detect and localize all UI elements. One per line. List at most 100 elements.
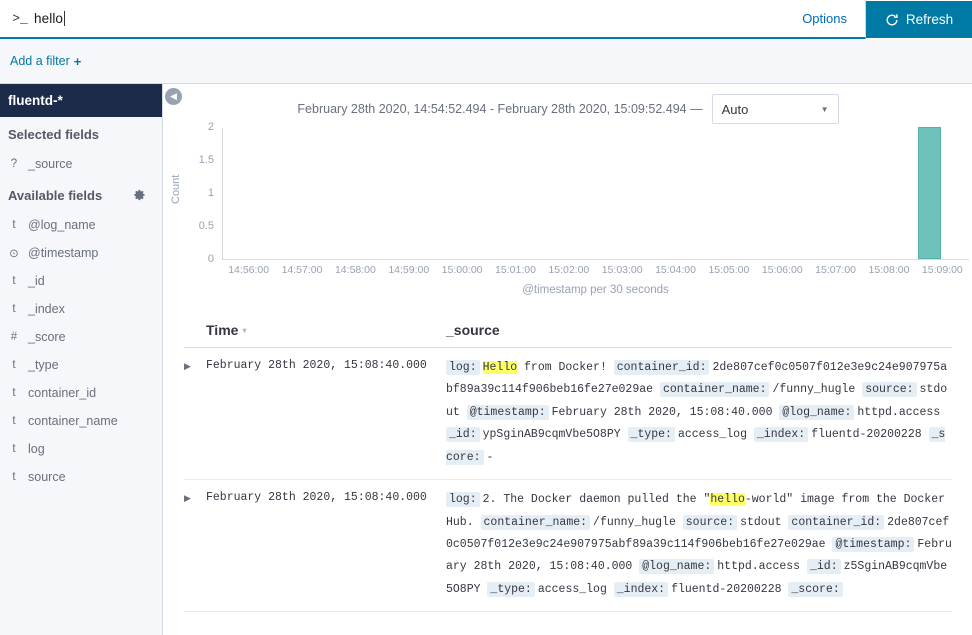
field-type-unknown-icon: ? <box>10 157 18 170</box>
y-tick: 2 <box>207 121 214 133</box>
histogram-chart[interactable]: Count 2 1.5 1 0.5 0 14:56:00 14:57:00 14… <box>164 121 972 308</box>
x-tick: 14:58:00 <box>334 264 376 276</box>
collapse-sidebar-icon[interactable]: ◀ <box>165 88 182 105</box>
field-value: fluentd-20200228 <box>811 428 922 442</box>
field-name: source <box>28 469 66 484</box>
field-item-index[interactable]: t _index <box>0 295 162 323</box>
cell-source: log: 2. The Docker daemon pulled the "hel… <box>446 489 952 601</box>
options-button[interactable]: Options <box>792 11 865 26</box>
cell-source: log: Hello from Docker! container_id: 2de8… <box>446 357 952 469</box>
field-key: _id: <box>807 559 841 575</box>
field-type-number-icon: # <box>10 330 18 343</box>
field-value: httpd.access <box>717 560 801 574</box>
field-key: @log_name: <box>779 404 855 420</box>
field-key: log: <box>446 360 480 375</box>
field-value: /funny_hugle <box>593 515 676 529</box>
x-tick: 15:05:00 <box>708 264 750 276</box>
field-item-source[interactable]: ? _source <box>0 150 162 178</box>
field-value: access_log <box>537 582 607 596</box>
field-item-container-name[interactable]: t container_name <box>0 407 162 435</box>
field-item-container-id[interactable]: t container_id <box>0 379 162 407</box>
table-row[interactable]: ▶ February 28th 2020, 15:08:40.000 log: 2… <box>184 480 952 613</box>
field-key: @timestamp: <box>832 536 915 552</box>
y-tick: 0 <box>207 253 214 265</box>
y-axis-ticks: 2 1.5 1 0.5 0 <box>180 121 214 273</box>
interval-select[interactable]: Auto ▼ <box>711 94 839 124</box>
field-name: _type <box>28 357 59 372</box>
field-value: ypSginAB9cqmVbe5O8PY <box>482 428 621 442</box>
field-name: @timestamp <box>28 245 99 260</box>
x-tick: 15:00:00 <box>441 264 483 276</box>
field-key: container_name: <box>659 382 770 398</box>
field-key: _score: <box>788 581 843 597</box>
interval-value: Auto <box>721 101 749 117</box>
kibana-discover-app: >_ hello Options Refresh Add a filter + … <box>0 0 972 635</box>
sort-caret-icon[interactable]: ▾ <box>242 326 246 335</box>
table-row[interactable]: ▶ February 28th 2020, 15:08:40.000 log: H… <box>184 348 952 481</box>
index-pattern-selector[interactable]: fluentd-* <box>0 84 162 117</box>
field-key: source: <box>862 382 917 398</box>
plus-icon: + <box>73 53 82 69</box>
add-filter-button[interactable]: Add a filter + <box>10 54 81 69</box>
field-type-date-icon: ⊙ <box>9 247 19 260</box>
gear-icon[interactable] <box>134 189 146 205</box>
field-key: _index: <box>753 427 809 443</box>
field-type-string-icon: t <box>12 414 16 427</box>
x-tick: 15:09:00 <box>921 264 963 276</box>
field-item-score[interactable]: # _score <box>0 323 162 351</box>
field-value: stdout <box>740 515 782 529</box>
field-key: container_id: <box>613 360 710 375</box>
field-key: _type: <box>487 581 535 597</box>
x-axis-ticks: 14:56:00 14:57:00 14:58:00 14:59:00 15:0… <box>222 264 969 280</box>
column-header-time-label: Time <box>206 322 239 338</box>
field-value: - <box>486 450 494 464</box>
field-name: @log_name <box>28 217 96 232</box>
x-tick: 15:03:00 <box>601 264 643 276</box>
field-item-source-field[interactable]: t source <box>0 463 162 491</box>
documents-table: Time ▾ _source ▶ February 28th 2020, 15:0… <box>164 316 972 635</box>
histogram-bar[interactable] <box>917 127 942 259</box>
field-item-timestamp[interactable]: ⊙ @timestamp <box>0 239 162 267</box>
field-type-string-icon: t <box>12 358 16 371</box>
field-name: _index <box>28 301 65 316</box>
x-axis-label: @timestamp per 30 seconds <box>522 284 669 296</box>
table-header-row: Time ▾ _source <box>184 316 952 348</box>
field-type-string-icon: t <box>12 442 16 455</box>
field-key: container_name: <box>480 514 591 530</box>
y-tick: 1.5 <box>198 154 214 166</box>
refresh-icon <box>885 13 899 27</box>
field-type-string-icon: t <box>12 386 16 399</box>
column-header-time[interactable]: Time ▾ <box>206 322 446 338</box>
field-key: source: <box>682 514 738 530</box>
expand-row-icon[interactable]: ▶ <box>184 489 206 504</box>
chart-header: February 28th 2020, 14:54:52.494 - Febru… <box>164 84 972 128</box>
plot-area <box>222 127 969 260</box>
x-tick: 15:02:00 <box>548 264 590 276</box>
expand-row-icon[interactable]: ▶ <box>184 357 206 372</box>
field-item-log-name[interactable]: t @log_name <box>0 211 162 239</box>
field-name: _source <box>28 156 73 171</box>
available-fields-list: t @log_name ⊙ @timestamp t _id t _index … <box>0 211 162 491</box>
field-value: /funny_hugle <box>772 383 856 397</box>
field-item-id[interactable]: t _id <box>0 267 162 295</box>
x-tick: 15:07:00 <box>815 264 857 276</box>
x-tick: 14:57:00 <box>281 264 323 276</box>
search-input[interactable]: >_ hello Options <box>0 0 866 39</box>
field-key: @log_name: <box>639 559 715 575</box>
field-name: _id <box>28 273 45 288</box>
expand-column-header <box>184 322 206 338</box>
prompt-icon: >_ <box>12 11 28 26</box>
field-value: access_log <box>677 428 747 442</box>
field-type-string-icon: t <box>12 218 16 231</box>
field-item-log[interactable]: t log <box>0 435 162 463</box>
field-value: Hello from Docker! <box>482 361 607 374</box>
field-key: log: <box>446 492 480 508</box>
field-item-type[interactable]: t _type <box>0 351 162 379</box>
available-fields-title: Available fields <box>8 187 103 203</box>
x-tick: 15:01:00 <box>495 264 536 276</box>
x-tick: 15:08:00 <box>868 264 910 276</box>
field-name: container_id <box>28 385 97 400</box>
search-highlight: Hello <box>482 361 518 374</box>
chevron-down-icon: ▼ <box>820 104 829 114</box>
refresh-button[interactable]: Refresh <box>866 1 972 38</box>
